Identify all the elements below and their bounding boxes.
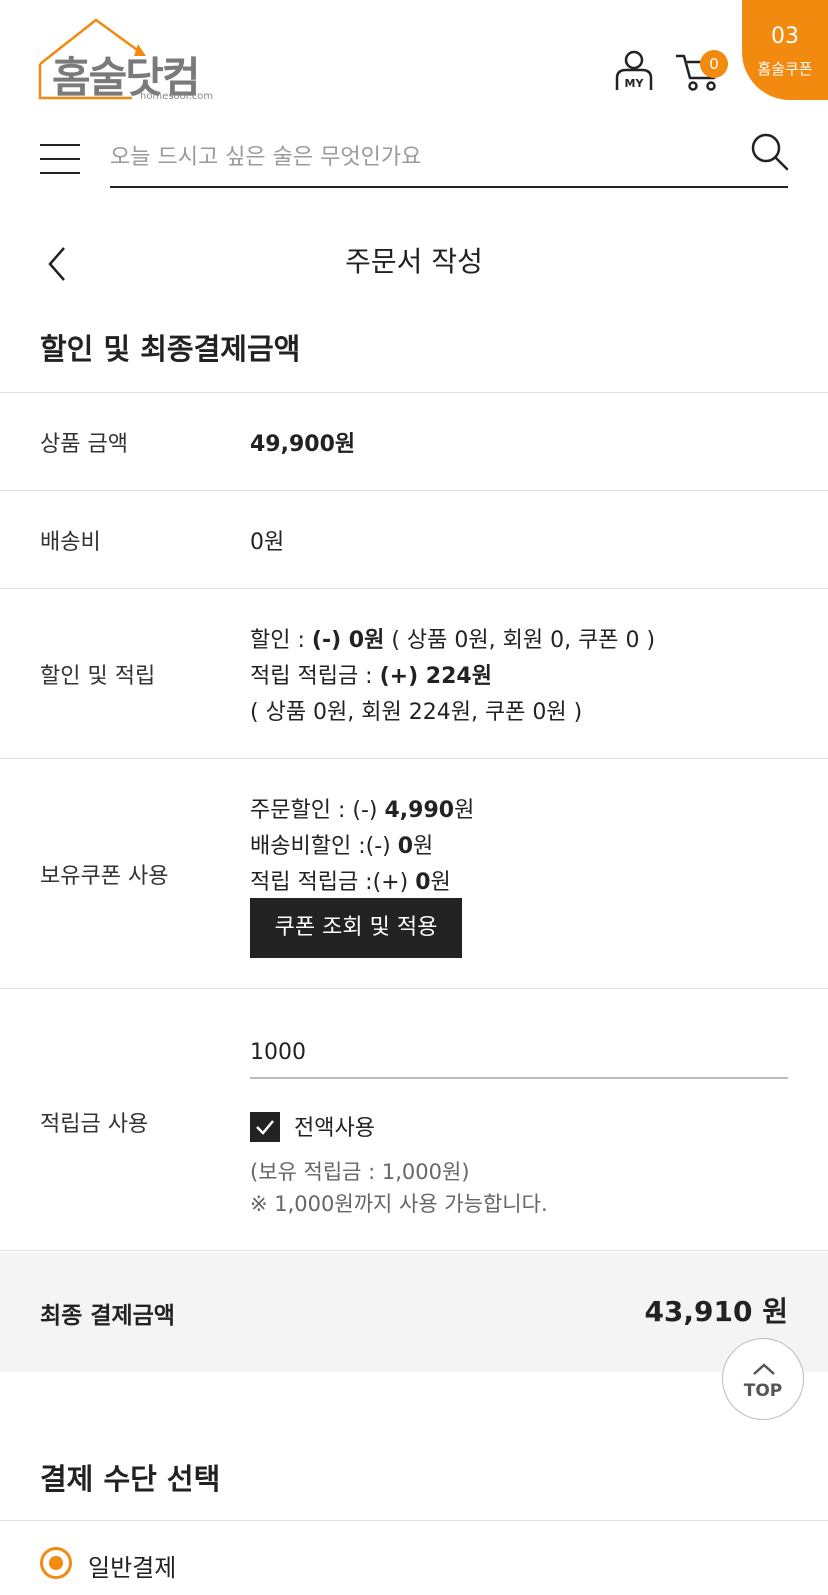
points-input[interactable] <box>250 1030 788 1074</box>
page-title: 주문서 작성 <box>345 245 483 278</box>
product-amount-label: 상품 금액 <box>40 432 128 457</box>
header: 홈술닷컴 homesool.com MY 0 03 홈술쿠폰 <box>0 0 828 110</box>
shipping-value: 0원 <box>250 530 285 555</box>
search-icon[interactable] <box>750 132 790 172</box>
search-input[interactable] <box>110 132 720 182</box>
checkmark-icon <box>256 1120 274 1135</box>
logo-subtext: homesool.com <box>140 91 214 102</box>
divider <box>0 1520 828 1521</box>
points-label: 적립금 사용 <box>40 1112 149 1137</box>
final-amount-label: 최종 결제금액 <box>40 1303 175 1329</box>
my-page-icon[interactable]: MY <box>614 50 654 92</box>
use-all-label[interactable]: 전액사용 <box>294 1110 375 1142</box>
discount-section-title: 할인 및 최종결제금액 <box>40 332 301 366</box>
coupon-tab-label: 홈술쿠폰 <box>757 60 813 78</box>
my-label: MY <box>625 77 645 90</box>
coupon-order-discount: 주문할인 : (-) 4,990원 <box>250 798 475 823</box>
points-input-underline <box>250 1077 788 1079</box>
scroll-top-button[interactable]: TOP <box>722 1338 804 1420</box>
discount-line-1: 할인 : (-) 0원 ( 상품 0원, 회원 0, 쿠폰 0 ) <box>250 628 656 653</box>
points-owned-text: (보유 적립금 : 1,000원) <box>250 1160 470 1184</box>
divider <box>0 490 828 491</box>
points-limit-note: ※ 1,000원까지 사용 가능합니다. <box>250 1192 548 1216</box>
coupon-label: 보유쿠폰 사용 <box>40 864 169 889</box>
payment-general-radio[interactable] <box>40 1547 72 1579</box>
divider <box>0 392 828 393</box>
discount-label: 할인 및 적립 <box>40 664 156 689</box>
search-underline <box>110 186 788 188</box>
final-amount-value: 43,910 원 <box>644 1295 788 1328</box>
product-amount-value: 49,900원 <box>250 432 356 457</box>
coupon-shipping-discount: 배송비할인 :(-) 0원 <box>250 834 434 859</box>
coupon-apply-button[interactable]: 쿠폰 조회 및 적용 <box>250 898 462 958</box>
coupon-tab[interactable]: 03 홈술쿠폰 <box>742 0 828 100</box>
hamburger-menu-icon[interactable] <box>40 144 80 178</box>
payment-general-label[interactable]: 일반결제 <box>88 1548 176 1583</box>
chevron-up-icon <box>753 1363 775 1375</box>
coupon-points: 적립 적립금 :(+) 0원 <box>250 870 451 895</box>
shipping-label: 배송비 <box>40 530 101 555</box>
use-all-checkbox[interactable] <box>250 1112 280 1142</box>
cart-count-badge: 0 <box>700 50 728 78</box>
divider <box>0 988 828 989</box>
discount-line-3: ( 상품 0원, 회원 224원, 쿠폰 0원 ) <box>250 700 583 725</box>
payment-section-title: 결제 수단 선택 <box>40 1462 221 1496</box>
divider <box>0 588 828 589</box>
discount-line-2: 적립 적립금 : (+) 224원 <box>250 664 492 689</box>
logo[interactable]: 홈술닷컴 homesool.com <box>38 16 218 106</box>
divider <box>0 1250 828 1251</box>
top-label: TOP <box>743 1381 783 1401</box>
divider <box>0 758 828 759</box>
coupon-count: 03 <box>771 24 799 49</box>
